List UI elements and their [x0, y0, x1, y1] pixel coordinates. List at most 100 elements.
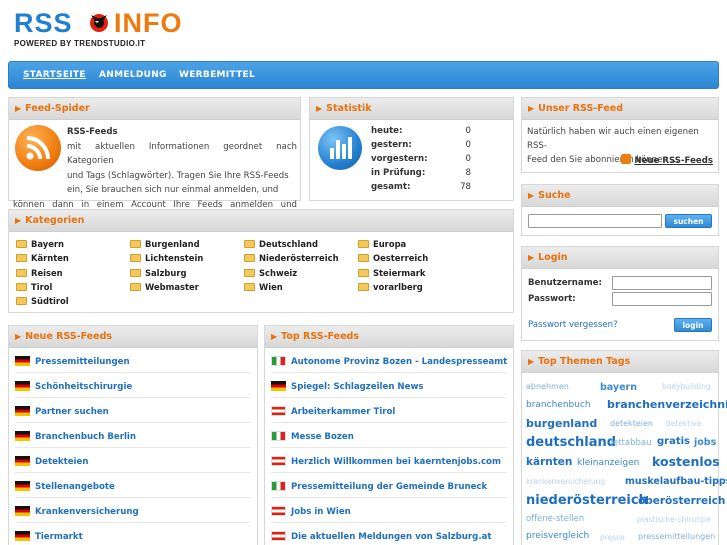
statistik-panel: ▶ Statistik heute: 0 gestern: 0 vorgestern:…: [309, 97, 514, 201]
tag-link[interactable]: bayern: [600, 382, 637, 393]
search-button[interactable]: suchen: [665, 214, 712, 228]
tag-link[interactable]: bodybuilding: [662, 382, 711, 391]
tag-link[interactable]: oberösterreich: [638, 495, 725, 507]
feed-link[interactable]: Krankenversicherung: [15, 506, 139, 520]
unser-feed-line: Natürlich haben wir auch einen eigenen R…: [527, 127, 699, 151]
stat-row-gestern: gestern: 0: [371, 140, 471, 150]
feed-link[interactable]: Jobs in Wien: [271, 506, 351, 520]
category-link[interactable]: Webmaster: [130, 282, 199, 292]
username-field[interactable]: [612, 276, 712, 290]
feed-link[interactable]: Autonome Provinz Bozen - Landespresseamt: [271, 356, 507, 370]
tag-link[interactable]: presse: [600, 533, 625, 542]
logo-bird-icon: [90, 14, 108, 32]
tag-link[interactable]: detektive: [666, 419, 701, 428]
arrow-right-icon: ▶: [528, 253, 535, 262]
divider: [15, 372, 251, 373]
category-link[interactable]: Deutschland: [244, 239, 318, 249]
forgot-password-link[interactable]: Passwort vergessen?: [528, 320, 618, 330]
tag-link[interactable]: jobs: [694, 437, 716, 448]
category-link[interactable]: Oesterreich: [358, 253, 428, 263]
feed-link[interactable]: Schönheitschirurgie: [15, 381, 132, 395]
top-feeds-header: ▶ Top RSS-Feeds: [265, 326, 513, 348]
feed-link[interactable]: Pressemitteilungen: [15, 356, 130, 370]
stat-value: 0: [465, 126, 471, 136]
login-button[interactable]: login: [674, 318, 712, 332]
tags-panel: ▶ Top Themen Tags abnehmen bayern bodybuild…: [521, 350, 727, 545]
logo-rss-text: RSS: [14, 8, 73, 38]
category-link[interactable]: Europa: [358, 239, 406, 249]
category-link[interactable]: Reisen: [16, 268, 63, 278]
feed-link[interactable]: Partner suchen: [15, 406, 109, 420]
stat-row-pruefung: in Prüfung: 8: [371, 168, 471, 178]
category-link[interactable]: Schweiz: [244, 268, 297, 278]
unser-feed-header: ▶ Unser RSS-Feed: [522, 98, 718, 120]
category-link[interactable]: Südtirol: [16, 296, 69, 306]
category-link[interactable]: Bayern: [16, 239, 64, 249]
divider: [15, 422, 251, 423]
tag-link[interactable]: branchenbuch: [526, 400, 591, 410]
tag-link[interactable]: fettabbau: [610, 438, 651, 448]
tag-link[interactable]: gratis: [657, 436, 690, 447]
neue-feeds-panel: ▶ Neue RSS-Feeds Pressemitteilungen Schön…: [8, 325, 258, 545]
category-link[interactable]: Salzburg: [130, 268, 187, 278]
category-link[interactable]: vorarlberg: [358, 282, 423, 292]
tag-link[interactable]: plastische-chirurgie: [637, 515, 711, 524]
category-link[interactable]: Tirol: [16, 282, 52, 292]
suche-header: ▶ Suche: [522, 185, 718, 207]
nav-anmeldung[interactable]: ANMELDUNG: [99, 70, 167, 80]
tag-link[interactable]: burgenland: [526, 417, 597, 430]
feed-link[interactable]: Herzlich Willkommen bei kaerntenjobs.com: [271, 456, 501, 470]
tag-link[interactable]: niederösterreich: [526, 493, 648, 508]
tag-link[interactable]: kostenlos: [652, 454, 720, 469]
tag-link[interactable]: preisvergleich: [526, 531, 589, 541]
tag-link[interactable]: branchenverzeichnis: [607, 398, 727, 411]
feed-link[interactable]: Die aktuellen Meldungen von Salzburg.at: [271, 531, 492, 545]
unser-feed-title: Unser RSS-Feed: [538, 103, 624, 114]
category-link[interactable]: Niederösterreich: [244, 253, 339, 263]
tag-link[interactable]: deutschland: [526, 435, 616, 450]
category-link[interactable]: Lichtenstein: [130, 253, 203, 263]
feed-spider-panel: ▶ Feed-Spider RSS-Feeds mit aktuellen Inf…: [8, 97, 301, 224]
feed-link[interactable]: Branchenbuch Berlin: [15, 431, 136, 445]
feed-link[interactable]: Messe Bozen: [271, 431, 354, 445]
arrow-right-icon: ▶: [528, 191, 535, 200]
neue-feeds-rss-link[interactable]: Neue RSS-Feeds: [621, 154, 713, 166]
folder-icon: [16, 283, 27, 291]
tag-link[interactable]: krankenversicherung: [526, 477, 605, 486]
folder-icon: [16, 240, 27, 248]
folder-icon: [244, 254, 255, 262]
stat-label: heute:: [371, 126, 403, 136]
stat-label: gestern:: [371, 140, 412, 150]
stat-row-gesamt: gesamt: 78: [371, 182, 471, 192]
feed-link[interactable]: Spiegel: Schlagzeilen News: [271, 381, 424, 395]
feed-link[interactable]: Stellenangebote: [15, 481, 115, 495]
tag-link[interactable]: detekteien: [610, 419, 653, 428]
folder-icon: [130, 283, 141, 291]
divider: [15, 522, 251, 523]
flag-italy-icon: [271, 356, 286, 366]
divider: [271, 472, 507, 473]
category-link[interactable]: Wien: [244, 282, 283, 292]
tag-link[interactable]: pressemitteilungen: [638, 532, 715, 541]
feed-link[interactable]: Detekteien: [15, 456, 88, 470]
tag-link[interactable]: abnehmen: [526, 382, 569, 391]
feed-link[interactable]: Tiermarkt: [15, 531, 83, 545]
tag-link[interactable]: kärnten: [526, 456, 572, 468]
tag-link[interactable]: offene-stellen: [526, 514, 584, 524]
category-link[interactable]: Burgenland: [130, 239, 200, 249]
category-link[interactable]: Kärnten: [16, 253, 69, 263]
feed-link[interactable]: Pressemitteilung der Gemeinde Bruneck: [271, 481, 487, 495]
tag-link[interactable]: muskelaufbau-tipps: [625, 476, 727, 487]
nav-startseite[interactable]: STARTSEITE: [23, 70, 86, 80]
site-logo[interactable]: RSS INFO POWERED BY TRENDSTUDIO.IT: [14, 8, 214, 52]
stat-row-vorgestern: vorgestern: 0: [371, 154, 471, 164]
feed-link[interactable]: Arbeiterkammer Tirol: [271, 406, 395, 420]
folder-icon: [358, 240, 369, 248]
password-field[interactable]: [612, 292, 712, 306]
divider: [15, 472, 251, 473]
tag-link[interactable]: kleinanzeigen: [577, 458, 639, 468]
nav-werbemittel[interactable]: WERBEMITTEL: [179, 70, 255, 80]
main-nav: STARTSEITE ANMELDUNG WERBEMITTEL: [8, 61, 719, 89]
search-input[interactable]: [528, 214, 662, 228]
category-link[interactable]: Steiermark: [358, 268, 425, 278]
